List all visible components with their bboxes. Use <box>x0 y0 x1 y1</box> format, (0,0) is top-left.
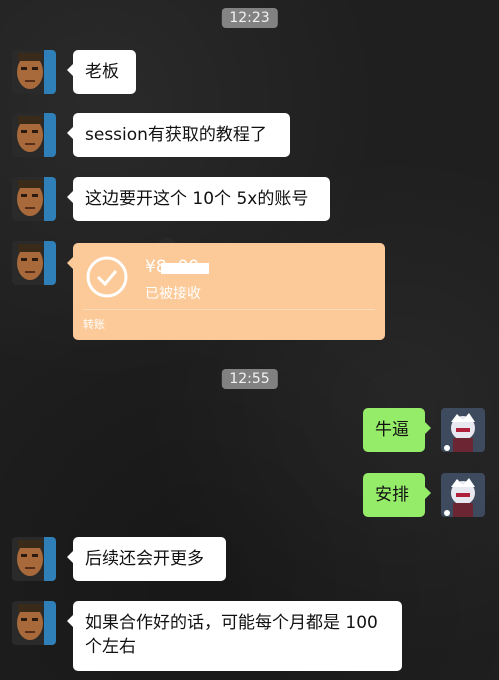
check-circle-icon <box>85 255 129 299</box>
message-bubble[interactable]: session有获取的教程了 <box>67 113 290 157</box>
message-bubble[interactable]: 牛逼 <box>363 408 431 452</box>
contact-avatar[interactable] <box>12 113 56 157</box>
contact-avatar[interactable] <box>12 177 56 221</box>
transfer-divider <box>83 309 375 310</box>
contact-avatar[interactable] <box>12 601 56 645</box>
transfer-label: 转账 <box>83 318 105 331</box>
contact-avatar[interactable] <box>12 241 56 285</box>
timestamp: 12:23 <box>221 8 278 28</box>
transfer-status: 已被接收 <box>145 286 201 302</box>
message-bubble[interactable]: 安排 <box>363 473 431 517</box>
transfer-bubble[interactable]: ¥8 .00 已被接收 转账 <box>67 237 385 340</box>
contact-avatar[interactable] <box>12 50 56 94</box>
message-bubble[interactable]: 如果合作好的话，可能每个月都是 100个左右 <box>67 601 402 671</box>
message-bubble[interactable]: 这边要开这个 10个 5x的账号 <box>67 177 330 221</box>
message-bubble[interactable]: 后续还会开更多 <box>67 537 226 581</box>
transfer-notch <box>157 237 177 243</box>
redaction-mark <box>161 263 209 274</box>
contact-avatar[interactable] <box>12 537 56 581</box>
message-bubble[interactable]: 老板 <box>67 50 136 94</box>
user-avatar[interactable] <box>441 473 485 517</box>
user-avatar[interactable] <box>441 408 485 452</box>
timestamp: 12:55 <box>221 369 278 389</box>
